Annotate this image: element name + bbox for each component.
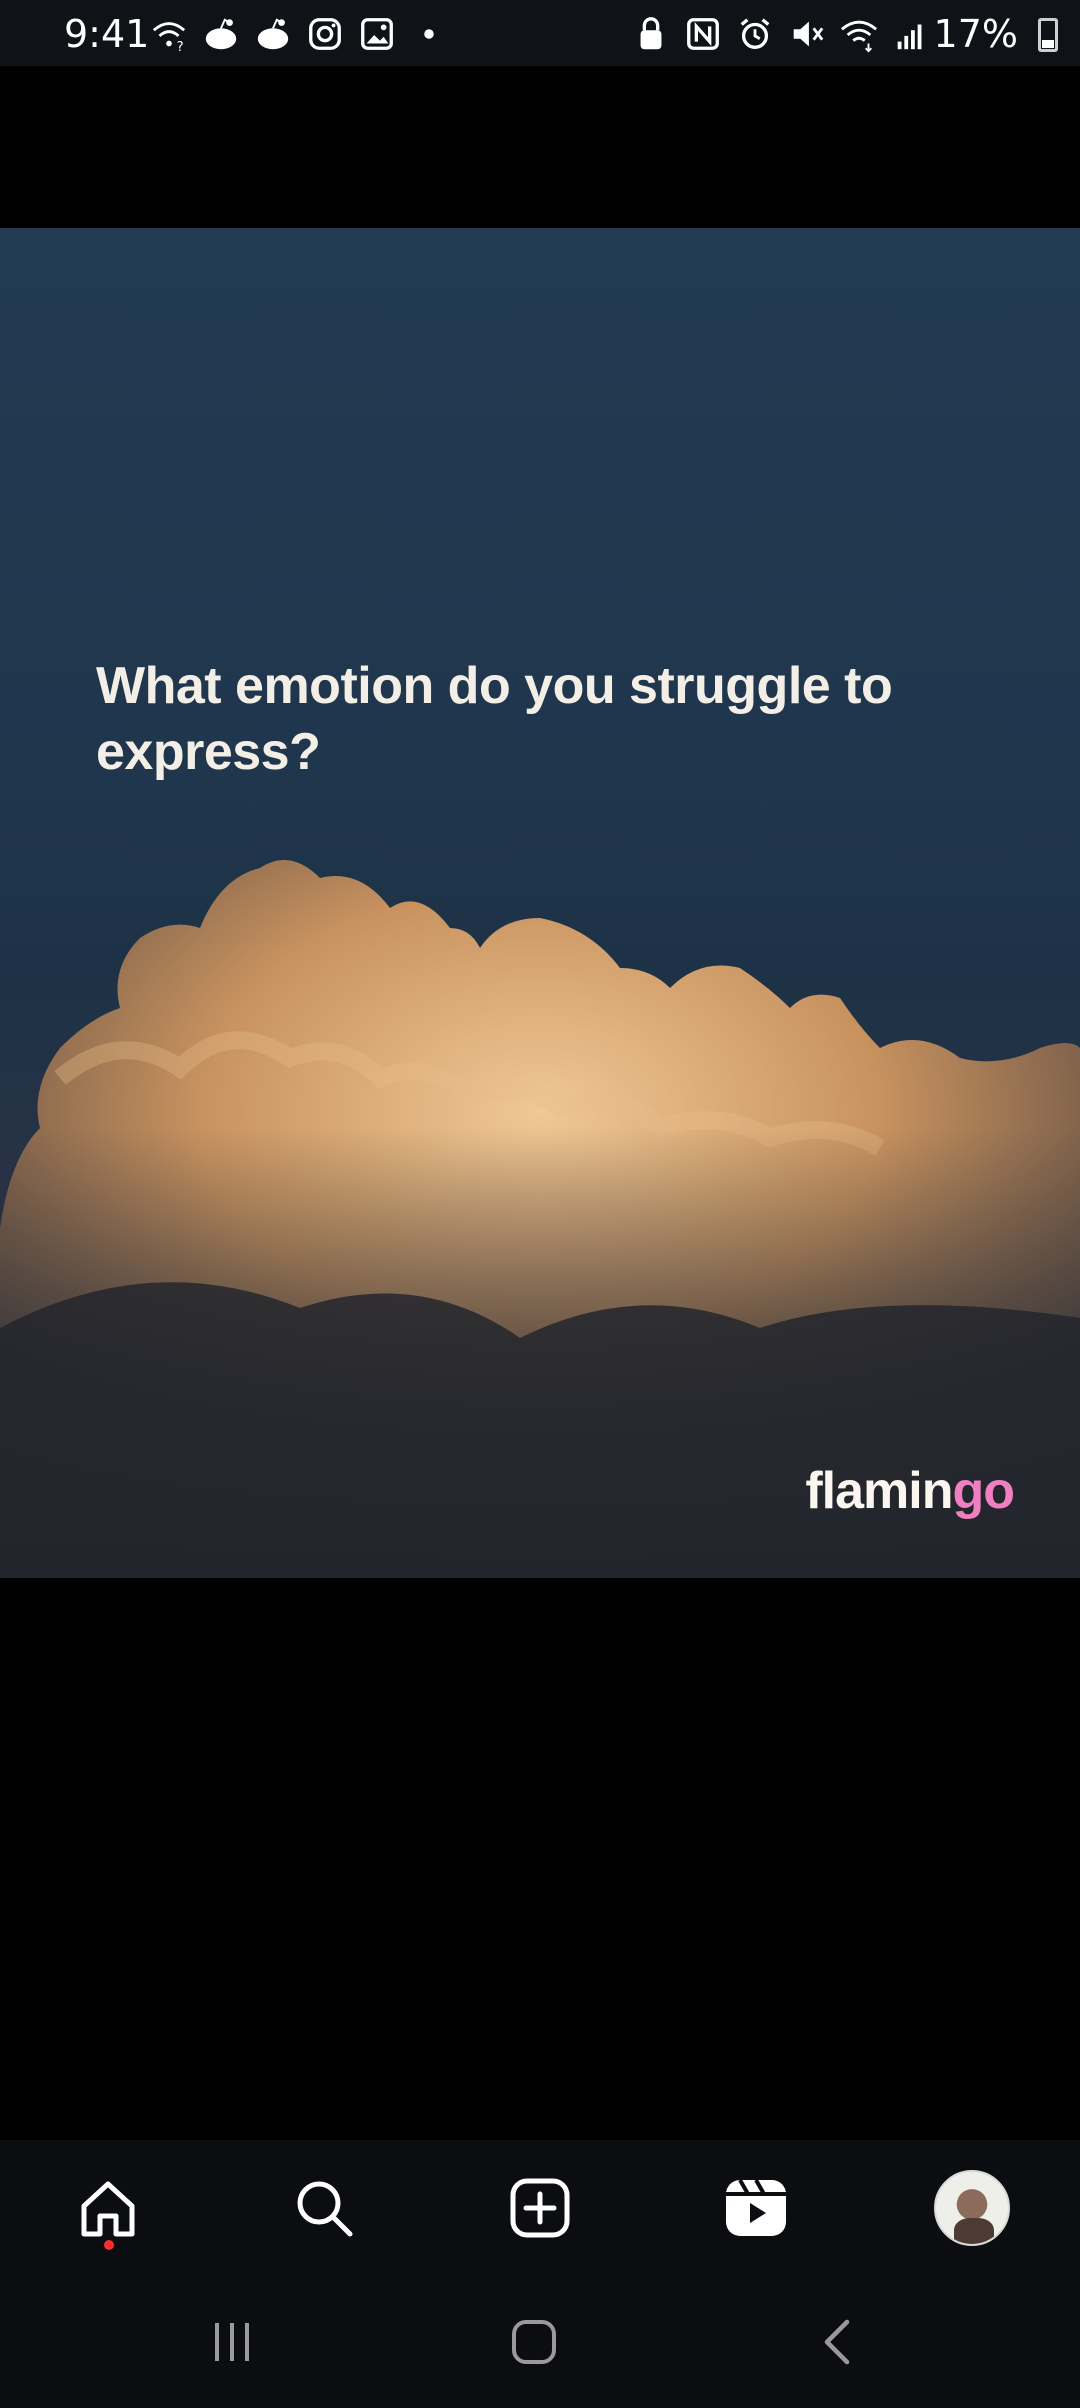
wifi-icon (840, 20, 878, 53)
lock-icon (640, 17, 662, 50)
home-system-button[interactable] (494, 2310, 574, 2374)
reddit-icon (205, 18, 237, 50)
recents-button[interactable] (192, 2310, 272, 2374)
home-icon (81, 2181, 135, 2237)
brand-text-part1: flamin (805, 1462, 953, 1520)
post-image[interactable]: What emotion do you struggle to express?… (0, 228, 1080, 1578)
back-icon (824, 2319, 850, 2365)
profile-avatar[interactable] (934, 2170, 1010, 2246)
post-question-text: What emotion do you struggle to express? (96, 657, 893, 781)
status-time: 9:41 (64, 12, 150, 56)
recents-icon (215, 2323, 249, 2361)
system-status-icons (632, 14, 930, 54)
nav-home-button[interactable] (70, 2170, 146, 2246)
alarm-icon (740, 18, 770, 49)
dot-icon (424, 29, 434, 39)
nav-create-button[interactable] (502, 2170, 578, 2246)
nav-search-button[interactable] (286, 2170, 362, 2246)
instagram-icon (309, 18, 341, 50)
notification-dot (104, 2240, 114, 2250)
home-button-icon (512, 2320, 556, 2364)
system-nav-bar (0, 2276, 1080, 2408)
bottom-nav-bar (0, 2140, 1080, 2276)
brand-logo: flamingo (805, 1461, 1015, 1521)
create-icon (510, 2178, 570, 2238)
back-button[interactable] (798, 2310, 878, 2374)
notification-icons: ? (150, 14, 448, 54)
status-bar: 9:41 ? 17% (0, 0, 1080, 66)
reddit-icon (257, 18, 289, 50)
svg-text:?: ? (177, 40, 184, 53)
battery-percent: 17% (933, 12, 1018, 56)
gallery-icon (361, 18, 393, 50)
brand-text-part2: go (952, 1462, 1015, 1520)
search-icon (297, 2181, 353, 2237)
reels-icon (726, 2179, 786, 2236)
signal-icon (897, 24, 922, 50)
battery-icon (1038, 18, 1058, 52)
nfc-icon (687, 18, 719, 50)
mute-icon (793, 21, 824, 47)
cloud-illustration (0, 860, 1080, 1578)
wifi-question-icon: ? (152, 22, 186, 53)
nav-reels-button[interactable] (718, 2170, 794, 2246)
